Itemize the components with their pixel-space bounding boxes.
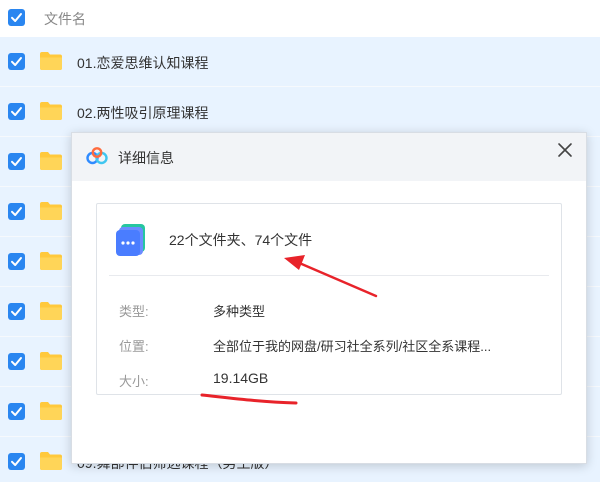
row-checkbox[interactable]	[8, 53, 25, 70]
row-checkbox[interactable]	[8, 353, 25, 370]
checkmark-icon	[11, 257, 22, 266]
cloud-logo-icon	[86, 147, 108, 165]
row-checkbox[interactable]	[8, 403, 25, 420]
folder-icon	[40, 302, 62, 320]
type-label: 类型:	[119, 304, 149, 319]
details-card: 22个文件夹、74个文件 类型: 多种类型 位置: 全部位于我的网盘/研习社全系…	[96, 203, 562, 395]
select-all-checkbox[interactable]	[8, 9, 25, 26]
folder-icon	[40, 252, 62, 270]
folder-icon	[40, 102, 62, 120]
file-name[interactable]: 02.两性吸引原理课程	[77, 103, 208, 123]
type-value: 多种类型	[213, 304, 266, 319]
column-header-filename[interactable]: 文件名	[44, 9, 86, 29]
details-dialog: 详细信息 22个文件夹、74个文件 类型: 多种类型 位置: 全部位于我的网盘/…	[71, 132, 587, 464]
folder-icon	[40, 402, 62, 420]
checkmark-icon	[11, 207, 22, 216]
file-row[interactable]: 01.恋爱思维认知课程	[0, 37, 600, 87]
selection-summary: 22个文件夹、74个文件	[169, 232, 313, 248]
row-checkbox[interactable]	[8, 103, 25, 120]
dialog-title: 详细信息	[118, 150, 174, 166]
checkmark-icon	[11, 307, 22, 316]
location-value[interactable]: 全部位于我的网盘/研习社全系列/社区全系课程...	[213, 336, 491, 355]
size-label: 大小:	[119, 374, 149, 389]
folder-icon	[40, 202, 62, 220]
checkmark-icon	[11, 407, 22, 416]
row-checkbox[interactable]	[8, 253, 25, 270]
folder-icon	[40, 452, 62, 470]
checkmark-icon	[11, 107, 22, 116]
row-checkbox[interactable]	[8, 203, 25, 220]
checkmark-icon	[11, 157, 22, 166]
divider	[109, 275, 549, 276]
row-checkbox[interactable]	[8, 453, 25, 470]
checkmark-icon	[11, 13, 22, 22]
checkmark-icon	[11, 57, 22, 66]
file-name[interactable]: 01.恋爱思维认知课程	[77, 53, 208, 73]
folder-icon	[40, 52, 62, 70]
file-list-header: 文件名	[0, 0, 600, 36]
size-value: 19.14GB	[213, 370, 269, 386]
row-checkbox[interactable]	[8, 303, 25, 320]
multi-file-icon	[116, 224, 145, 256]
close-icon[interactable]	[556, 141, 574, 159]
file-row[interactable]: 02.两性吸引原理课程	[0, 87, 600, 137]
folder-icon	[40, 352, 62, 370]
checkmark-icon	[11, 357, 22, 366]
checkmark-icon	[11, 457, 22, 466]
dialog-header: 详细信息	[72, 133, 586, 181]
row-checkbox[interactable]	[8, 153, 25, 170]
folder-icon	[40, 152, 62, 170]
location-label: 位置:	[119, 339, 149, 354]
